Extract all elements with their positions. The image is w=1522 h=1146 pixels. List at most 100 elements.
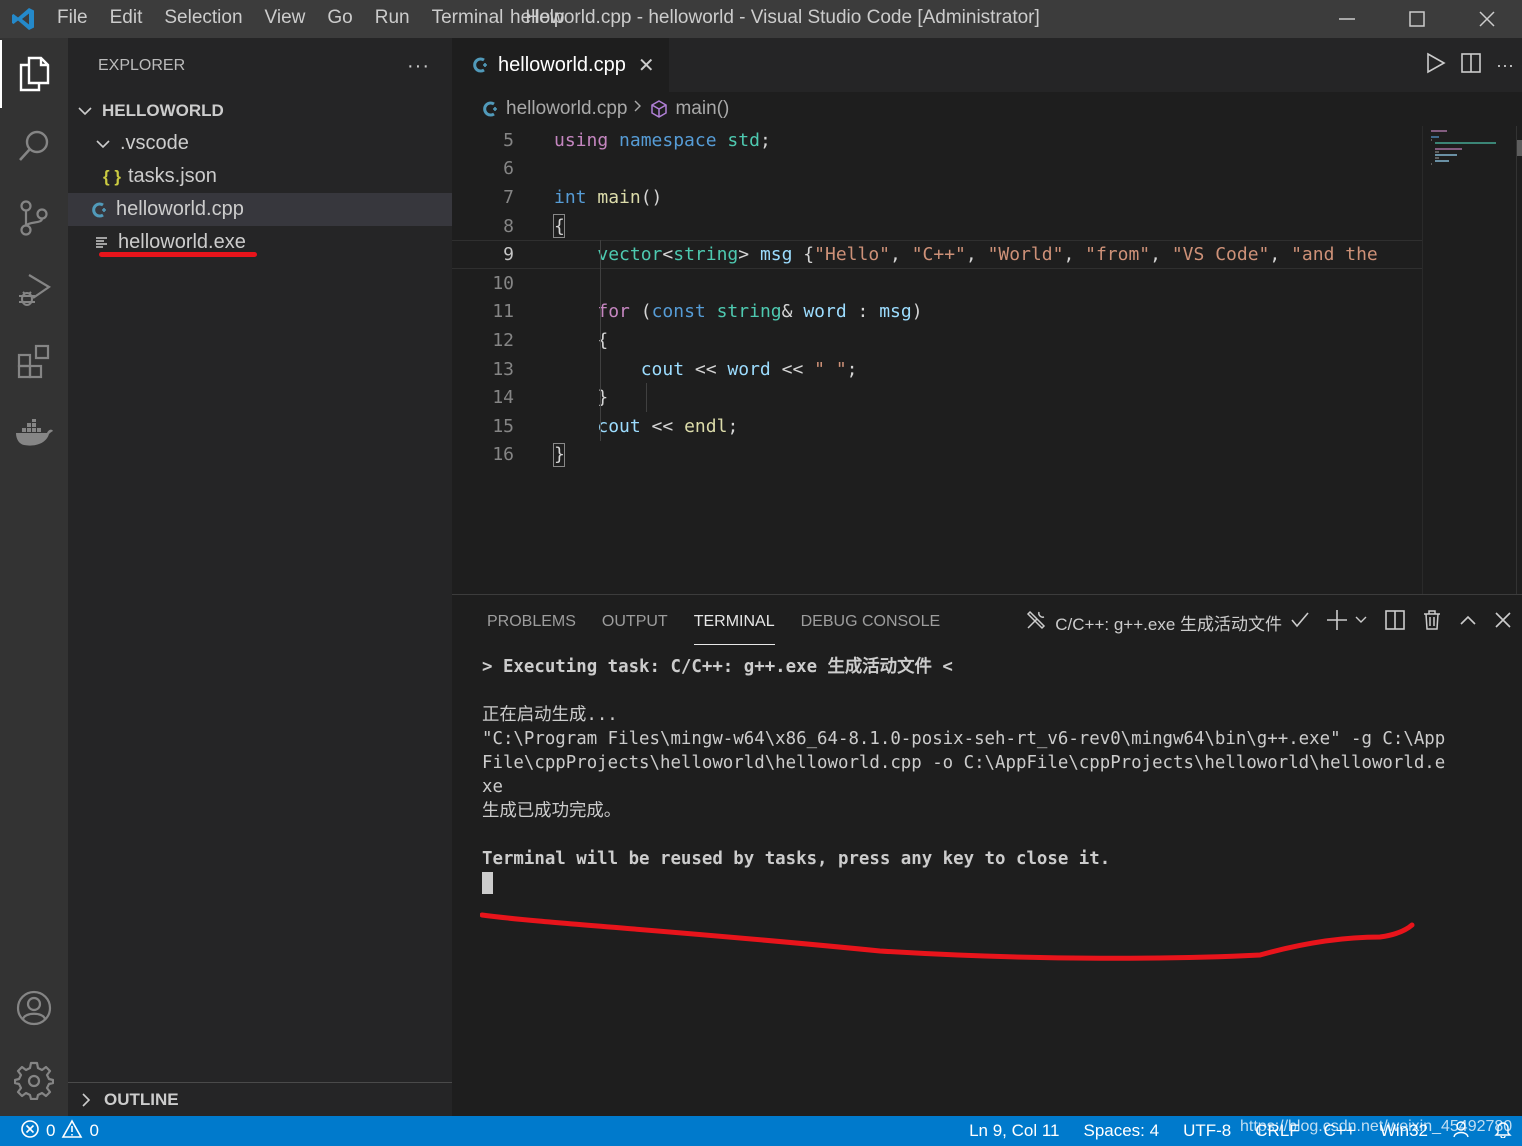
tree-item-label: .vscode (120, 132, 189, 154)
code-line[interactable]: 16} (452, 441, 1422, 470)
minimap[interactable] (1422, 126, 1522, 594)
tab-label: helloworld.cpp (498, 53, 626, 76)
watermark-text: https://blog.csdn.net/weixin_45492780 (1240, 1118, 1513, 1135)
source-control-icon[interactable] (0, 184, 68, 252)
code-token: cout (597, 415, 641, 437)
split-terminal-icon[interactable] (1384, 609, 1406, 636)
new-terminal-plus-icon[interactable] (1326, 609, 1348, 636)
more-actions-icon[interactable]: ··· (1496, 55, 1514, 76)
line-number: 6 (503, 158, 514, 180)
terminal-selector-dropdown[interactable]: C/C++: g++.exe 生成活动文件 (1025, 609, 1310, 636)
code-token: int (554, 186, 587, 208)
code-line[interactable]: 9 vector<string> msg {"Hello", "C++", "W… (452, 240, 1422, 269)
close-tab-icon[interactable]: ✕ (638, 53, 655, 78)
code-line[interactable]: 12 { (452, 326, 1422, 355)
code-line[interactable]: 5 using namespace std; (452, 126, 1422, 155)
tree-item-tasks-json[interactable]: { } tasks.json (68, 160, 452, 193)
extensions-icon[interactable] (0, 328, 68, 396)
trash-icon[interactable] (1422, 609, 1442, 636)
search-icon[interactable] (0, 112, 68, 180)
split-editor-icon[interactable] (1460, 52, 1482, 79)
code-line[interactable]: 8{ (452, 212, 1422, 241)
indentation[interactable]: Spaces: 4 (1083, 1121, 1159, 1141)
chevron-down-icon[interactable] (1354, 612, 1368, 632)
encoding[interactable]: UTF-8 (1183, 1121, 1231, 1141)
menu-file[interactable]: File (46, 0, 99, 38)
tab-helloworld-cpp[interactable]: helloworld.cpp ✕ (452, 38, 669, 92)
run-and-debug-icon[interactable] (0, 256, 68, 324)
code-token: const (651, 301, 706, 323)
cpp-file-icon (90, 201, 110, 219)
code-line[interactable]: 6 (452, 155, 1422, 184)
tree-item-helloworld-cpp[interactable]: helloworld.cpp (68, 193, 452, 226)
explorer-icon[interactable] (0, 40, 68, 108)
run-code-icon[interactable] (1424, 52, 1446, 79)
docker-icon[interactable] (0, 400, 68, 468)
code-line[interactable]: 15 cout << endl; (452, 412, 1422, 441)
tree-item-label: helloworld.exe (118, 231, 246, 253)
code-text: int main() (554, 187, 662, 208)
tab-problems[interactable]: PROBLEMS (487, 595, 576, 649)
code-token: "VS Code" (1171, 244, 1270, 266)
breadcrumb-symbol[interactable]: main() (675, 98, 729, 120)
check-icon (1290, 611, 1310, 634)
code-token: < (662, 244, 674, 266)
menu-terminal[interactable]: Terminal (421, 0, 515, 38)
close-window-button[interactable] (1452, 0, 1522, 38)
problems-status[interactable]: 0 0 (0, 1118, 99, 1144)
menu-view[interactable]: View (254, 0, 317, 38)
code-token: word (727, 358, 771, 380)
terminal-line: > Executing task: C/C++: g++.exe 生成活动文件 … (482, 657, 953, 677)
tab-terminal[interactable]: TERMINAL (693, 595, 775, 649)
code-token: main (597, 186, 641, 208)
code-line[interactable]: 13 cout << word << " "; (452, 355, 1422, 384)
code-token: ; (846, 358, 858, 380)
minimap-line (1431, 139, 1432, 141)
line-number: 5 (503, 129, 514, 151)
terminal-cursor (482, 872, 493, 894)
terminal-cursor-line (482, 871, 1502, 895)
tree-item-vscode-folder[interactable]: .vscode (68, 127, 452, 160)
code-line[interactable]: 14 } (452, 383, 1422, 412)
error-icon (20, 1119, 40, 1144)
code-editor[interactable]: 5 using namespace std; 6 7 int main() 8{9 vec… (452, 126, 1422, 594)
line-number: 12 (492, 329, 514, 351)
menu-selection[interactable]: Selection (153, 0, 253, 38)
activity-bar (0, 38, 68, 1116)
tab-debug-console[interactable]: DEBUG CONSOLE (801, 595, 941, 649)
outline-section-header[interactable]: OUTLINE (68, 1082, 452, 1116)
json-file-icon: { } (103, 166, 121, 186)
code-line[interactable]: 11 for (const string& word : msg) (452, 298, 1422, 327)
terminal-output[interactable]: > Executing task: C/C++: g++.exe 生成活动文件 … (482, 655, 1502, 895)
breadcrumb-file[interactable]: helloworld.cpp (506, 98, 627, 120)
tab-output[interactable]: OUTPUT (602, 595, 668, 649)
accounts-icon[interactable] (0, 974, 68, 1042)
vertical-scrollbar[interactable] (1516, 126, 1522, 594)
code-line[interactable]: 7 int main() (452, 183, 1422, 212)
code-line[interactable]: 10 (452, 269, 1422, 298)
close-panel-icon[interactable] (1494, 611, 1512, 634)
minimize-button[interactable] (1312, 0, 1382, 38)
more-actions-button[interactable]: ··· (407, 55, 430, 78)
minimap-line (1435, 160, 1449, 162)
code-token: ) (911, 301, 923, 323)
code-token: & (781, 301, 804, 323)
cpp-file-icon (472, 56, 490, 74)
status-bar: 0 0 Ln 9, Col 11 Spaces: 4 UTF-8 CRLF C+… (0, 1116, 1522, 1146)
workspace-root-folder[interactable]: HELLOWORLD (68, 94, 452, 127)
menu-edit[interactable]: Edit (99, 0, 154, 38)
scrollbar-thumb[interactable] (1517, 140, 1522, 156)
maximize-button[interactable] (1382, 0, 1452, 38)
line-number: 9 (503, 244, 514, 266)
cursor-position[interactable]: Ln 9, Col 11 (969, 1121, 1059, 1141)
menu-run[interactable]: Run (364, 0, 421, 38)
indent-guide (646, 383, 647, 412)
minimap-line (1435, 142, 1496, 144)
symbol-method-icon (649, 99, 669, 119)
code-token: ; (759, 129, 771, 151)
maximize-panel-chevron-up-icon[interactable] (1458, 612, 1478, 632)
manage-gear-icon[interactable] (0, 1046, 68, 1114)
menu-go[interactable]: Go (316, 0, 363, 38)
